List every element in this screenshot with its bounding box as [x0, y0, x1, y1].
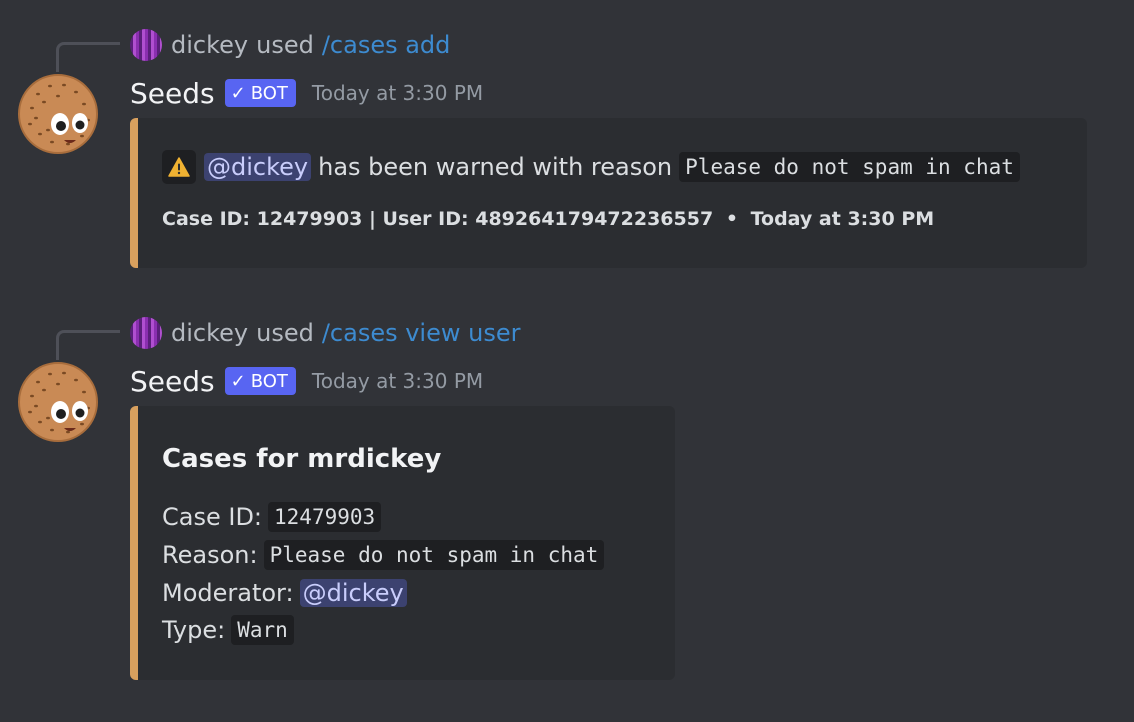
bot-tag-label: BOT — [250, 370, 288, 392]
warning-icon — [162, 150, 196, 184]
reply-command[interactable]: /cases add — [322, 31, 451, 59]
embed-footer: Case ID: 12479903 | User ID: 48926417947… — [162, 208, 934, 230]
bot-username[interactable]: Seeds — [130, 365, 215, 398]
bot-avatar[interactable] — [18, 362, 98, 442]
field-label: Case ID: — [162, 503, 263, 531]
field-label: Reason: — [162, 541, 258, 569]
reply-used-label: used — [256, 319, 314, 347]
message-header: Seeds ✓ BOT Today at 3:30 PM — [130, 73, 483, 113]
embed-title: Cases for mrdickey — [162, 444, 442, 474]
field-moderator: Moderator: @dickey — [162, 574, 407, 612]
field-case-id: Case ID: 12479903 — [162, 498, 382, 536]
bot-tag: ✓ BOT — [224, 79, 296, 107]
command-reply-line[interactable]: dickey used /cases add — [130, 29, 450, 61]
footer-separator: • — [725, 208, 738, 230]
bot-avatar[interactable] — [18, 74, 98, 154]
footer-ids: Case ID: 12479903 | User ID: 48926417947… — [162, 208, 714, 230]
moderator-mention[interactable]: @dickey — [299, 579, 407, 607]
cases-embed: Cases for mrdickey Case ID: 12479903 Rea… — [130, 406, 675, 680]
field-type: Type: Warn — [162, 611, 294, 649]
field-value-code: Please do not spam in chat — [263, 540, 605, 570]
message-timestamp[interactable]: Today at 3:30 PM — [312, 81, 483, 105]
user-avatar-small[interactable] — [130, 317, 162, 349]
field-label: Type: — [162, 616, 226, 644]
user-avatar-small[interactable] — [130, 29, 162, 61]
user-mention[interactable]: @dickey — [204, 153, 312, 181]
bot-username[interactable]: Seeds — [130, 77, 215, 110]
warn-description: @dickey has been warned with reason Plea… — [162, 150, 1020, 184]
reply-spine — [56, 42, 120, 72]
field-value-code: 12479903 — [268, 502, 382, 532]
reply-username[interactable]: dickey — [171, 319, 248, 347]
verified-check-icon: ✓ — [230, 370, 246, 392]
field-reason: Reason: Please do not spam in chat — [162, 536, 605, 574]
message-timestamp[interactable]: Today at 3:30 PM — [312, 369, 483, 393]
reply-used-label: used — [256, 31, 314, 59]
bot-tag: ✓ BOT — [224, 367, 296, 395]
reply-spine — [56, 330, 120, 360]
reply-username[interactable]: dickey — [171, 31, 248, 59]
warn-embed: @dickey has been warned with reason Plea… — [130, 118, 1087, 268]
bot-tag-label: BOT — [250, 82, 288, 104]
command-reply-line[interactable]: dickey used /cases view user — [130, 317, 520, 349]
field-label: Moderator: — [162, 579, 294, 607]
reply-command[interactable]: /cases view user — [322, 319, 521, 347]
reason-code: Please do not spam in chat — [679, 152, 1020, 182]
warn-text: has been warned with reason — [318, 153, 673, 181]
message-header: Seeds ✓ BOT Today at 3:30 PM — [130, 361, 483, 401]
field-value-code: Warn — [231, 615, 294, 645]
footer-time: Today at 3:30 PM — [750, 208, 935, 230]
verified-check-icon: ✓ — [230, 82, 246, 104]
